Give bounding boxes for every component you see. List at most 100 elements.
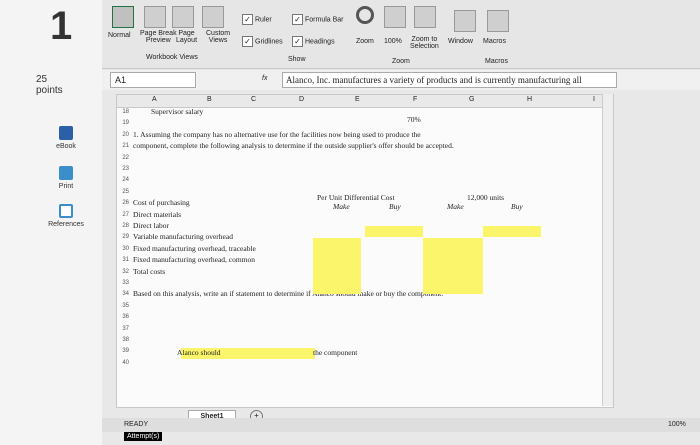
per-unit-header: Per Unit Differential Cost <box>317 193 395 202</box>
the-component-label: the component <box>313 348 358 357</box>
input-make-total[interactable] <box>423 238 483 294</box>
column-header[interactable]: C <box>251 96 256 103</box>
make-header-1: Make <box>333 202 350 211</box>
row-text[interactable]: Direct materials <box>133 210 181 219</box>
window-icon[interactable] <box>454 10 476 32</box>
normal-view-icon[interactable] <box>112 6 134 28</box>
row-number[interactable]: 35 <box>117 303 129 309</box>
spreadsheet-window: Normal Page Break Preview Page Layout Cust… <box>102 0 700 445</box>
references-button[interactable]: References <box>36 204 96 228</box>
row-text[interactable]: component, complete the following analys… <box>133 141 454 150</box>
row-number[interactable]: 28 <box>117 223 129 229</box>
row-number[interactable]: 23 <box>117 166 129 172</box>
page-layout-label: Page Layout <box>176 30 198 44</box>
row-number[interactable]: 34 <box>117 291 129 297</box>
custom-views-icon[interactable] <box>202 6 224 28</box>
zoom-100-icon[interactable] <box>384 6 406 28</box>
row-number[interactable]: 38 <box>117 337 129 343</box>
show-group-label: Show <box>288 56 306 63</box>
row-number[interactable]: 19 <box>117 120 129 126</box>
row-number[interactable]: 26 <box>117 200 129 206</box>
zoom-icon[interactable] <box>356 6 374 24</box>
print-label: Print <box>58 183 74 190</box>
make-header-2: Make <box>447 202 464 211</box>
buy-header-2: Buy <box>511 202 523 211</box>
row-number[interactable]: 31 <box>117 257 129 263</box>
page-layout-icon[interactable] <box>172 6 194 28</box>
row-text[interactable]: Variable manufacturing overhead <box>133 232 233 241</box>
row-text[interactable]: Cost of purchasing <box>133 198 190 207</box>
input-make-per-unit[interactable] <box>313 238 361 294</box>
gridlines-checkbox[interactable]: ✓ Gridlines <box>242 36 283 47</box>
zoom-label: Zoom <box>356 38 374 45</box>
macros-icon[interactable] <box>487 10 509 32</box>
row-text[interactable]: Fixed manufacturing overhead, traceable <box>133 244 256 253</box>
normal-label: Normal <box>108 32 131 39</box>
column-header[interactable]: E <box>355 96 360 103</box>
column-header[interactable]: H <box>527 96 532 103</box>
row-number[interactable]: 21 <box>117 143 129 149</box>
row-number[interactable]: 40 <box>117 360 129 366</box>
column-header[interactable]: G <box>469 96 474 103</box>
column-header[interactable]: A <box>152 96 157 103</box>
row-number[interactable]: 22 <box>117 155 129 161</box>
formula-input[interactable]: Alanco, Inc. manufactures a variety of p… <box>282 72 617 88</box>
zoom-percentage[interactable]: 100% <box>668 421 686 428</box>
headings-checkbox[interactable]: ✓ Headings <box>292 36 335 47</box>
row-number[interactable]: 37 <box>117 326 129 332</box>
macros-label: Macros <box>483 38 506 45</box>
row-number[interactable]: 25 <box>117 189 129 195</box>
question-sidebar: 1 25 points eBook Print References <box>0 0 103 445</box>
row-text[interactable]: Total costs <box>133 267 165 276</box>
row-number[interactable]: 18 <box>117 109 129 115</box>
custom-views-label: Custom Views <box>206 30 231 44</box>
alanco-should-label: Alanco should <box>177 348 221 357</box>
zoom-100-label: 100% <box>384 38 402 45</box>
zoom-group-label: Zoom <box>392 58 410 65</box>
column-header[interactable]: D <box>299 96 304 103</box>
zoom-to-selection-icon[interactable] <box>414 6 436 28</box>
name-box[interactable]: A1 <box>110 72 196 88</box>
row-text[interactable]: 1. Assuming the company has no alternati… <box>133 130 421 139</box>
row-text[interactable]: Supervisor salary <box>151 107 203 116</box>
vertical-scrollbar[interactable] <box>602 94 613 406</box>
question-number: 1 <box>50 4 73 48</box>
row-number[interactable]: 33 <box>117 280 129 286</box>
row-text[interactable]: Based on this analysis, write an if stat… <box>133 289 443 298</box>
ebook-button[interactable]: eBook <box>36 126 96 150</box>
row-text[interactable]: Direct labor <box>133 221 169 230</box>
window-label: Window <box>448 38 473 45</box>
formula-bar-checkbox[interactable]: ✓ Formula Bar <box>292 14 344 25</box>
row-number[interactable]: 20 <box>117 132 129 138</box>
row-number[interactable]: 39 <box>117 348 129 354</box>
attempts-badge: Attempt(s) <box>124 432 163 441</box>
page-break-icon[interactable] <box>144 6 166 28</box>
column-header[interactable]: B <box>207 96 212 103</box>
input-buy-per-unit[interactable] <box>365 226 423 237</box>
worksheet-grid[interactable]: A B C D E F G H I 18 Supervisor salary 19 2… <box>116 94 614 408</box>
row-number[interactable]: 24 <box>117 177 129 183</box>
input-buy-total[interactable] <box>483 226 541 237</box>
macros-group-label: Macros <box>485 58 508 65</box>
row-number[interactable]: 27 <box>117 212 129 218</box>
row-number[interactable]: 36 <box>117 314 129 320</box>
print-icon <box>59 166 73 180</box>
ebook-label: eBook <box>56 143 76 150</box>
cell-70pct[interactable]: 70% <box>407 115 421 124</box>
references-label: References <box>48 221 84 228</box>
buy-header-1: Buy <box>389 202 401 211</box>
page-break-label: Page Break Preview <box>140 30 177 44</box>
status-bar: READY 100% <box>102 418 700 432</box>
row-number[interactable]: 30 <box>117 246 129 252</box>
zoom-to-selection-label: Zoom to Selection <box>410 36 439 50</box>
fx-label: fx <box>262 75 268 82</box>
print-button[interactable]: Print <box>36 166 96 190</box>
ruler-checkbox[interactable]: ✓ Ruler <box>242 14 272 25</box>
row-number[interactable]: 32 <box>117 269 129 275</box>
row-text[interactable]: Fixed manufacturing overhead, common <box>133 255 255 264</box>
column-header[interactable]: F <box>413 96 417 103</box>
formula-bar: A1 fx Alanco, Inc. manufactures a variet… <box>102 70 700 90</box>
column-header[interactable]: I <box>593 96 595 103</box>
row-number[interactable]: 29 <box>117 234 129 240</box>
references-icon <box>59 204 73 218</box>
